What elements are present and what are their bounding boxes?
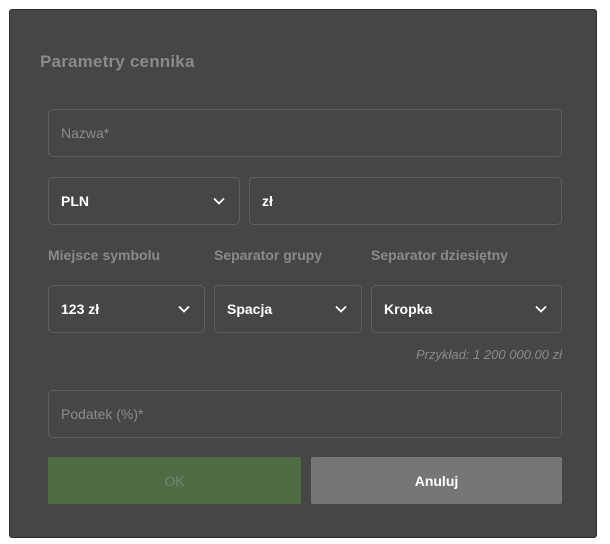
cancel-button[interactable]: Anuluj (311, 457, 562, 504)
group-separator-select[interactable]: Spacja (214, 285, 362, 333)
decimal-separator-label: Separator dziesiętny (371, 247, 508, 263)
decimal-separator-value: Kropka (384, 301, 433, 317)
currency-symbol-input[interactable]: zł (249, 177, 562, 225)
currency-select-value: PLN (61, 193, 89, 209)
currency-select[interactable]: PLN (48, 177, 240, 225)
symbol-position-value: 123 zł (61, 301, 100, 317)
ok-button-label: OK (164, 472, 185, 489)
tax-field[interactable]: Podatek (%)* (48, 390, 562, 438)
chevron-down-icon (176, 301, 192, 317)
chevron-down-icon (211, 193, 227, 209)
group-separator-label: Separator grupy (214, 247, 323, 263)
tax-field-placeholder: Podatek (%)* (61, 406, 144, 422)
dialog-title: Parametry cennika (40, 52, 195, 71)
currency-symbol-value: zł (262, 193, 273, 209)
ok-button[interactable]: OK (48, 457, 301, 504)
name-field[interactable]: Nazwa* (48, 109, 562, 157)
name-field-placeholder: Nazwa* (61, 125, 110, 141)
group-separator-value: Spacja (227, 301, 273, 317)
symbol-position-label: Miejsce symbolu (48, 247, 161, 263)
chevron-down-icon (333, 301, 349, 317)
chevron-down-icon (533, 301, 549, 317)
symbol-position-select[interactable]: 123 zł (48, 285, 205, 333)
format-example: Przykład: 1 200 000.00 zł (416, 347, 562, 362)
cancel-button-label: Anuluj (414, 472, 459, 489)
decimal-separator-select[interactable]: Kropka (371, 285, 562, 333)
